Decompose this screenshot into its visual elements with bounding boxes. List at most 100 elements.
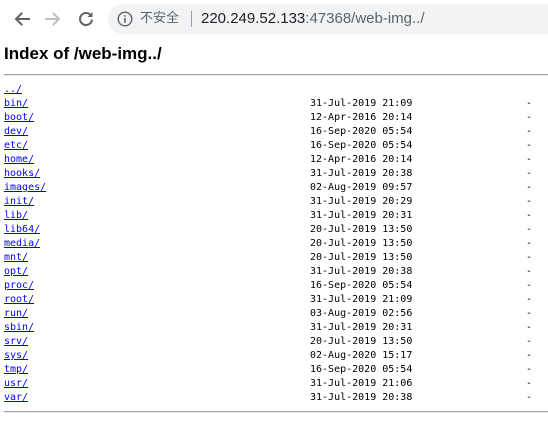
url-text[interactable]: 220.249.52.133:47368/web-img../ bbox=[201, 9, 425, 29]
file-size: - bbox=[526, 294, 533, 305]
modified-date: 31-Jul-2019 20:38 bbox=[310, 168, 413, 179]
modified-date: 16-Sep-2020 05:54 bbox=[310, 140, 413, 151]
modified-date: 31-Jul-2019 20:29 bbox=[310, 196, 413, 207]
modified-date: 31-Jul-2019 21:06 bbox=[310, 378, 413, 389]
directory-link[interactable]: tmp/ bbox=[4, 363, 28, 377]
modified-date: 02-Aug-2020 15:17 bbox=[310, 350, 413, 361]
modified-date: 31-Jul-2019 20:31 bbox=[310, 322, 413, 333]
file-size: - bbox=[526, 168, 533, 179]
page-title: Index of /web-img../ bbox=[4, 44, 162, 63]
file-size: - bbox=[526, 280, 533, 291]
list-item: tmp/16-Sep-2020 05:54 - bbox=[4, 363, 548, 377]
modified-date: 16-Sep-2020 05:54 bbox=[310, 126, 413, 137]
list-item: usr/31-Jul-2019 21:06 - bbox=[4, 377, 548, 391]
directory-link[interactable]: sbin/ bbox=[4, 321, 34, 335]
file-size: - bbox=[526, 140, 533, 151]
directory-link[interactable]: var/ bbox=[4, 391, 28, 405]
directory-link[interactable]: home/ bbox=[4, 153, 34, 167]
directory-link[interactable]: boot/ bbox=[4, 111, 34, 125]
file-size: - bbox=[526, 126, 533, 137]
browser-toolbar: 不安全 220.249.52.133:47368/web-img../ bbox=[0, 0, 548, 38]
file-size: - bbox=[526, 392, 533, 403]
modified-date: 16-Sep-2020 05:54 bbox=[310, 364, 413, 375]
address-bar[interactable]: 不安全 220.249.52.133:47368/web-img../ bbox=[108, 4, 548, 34]
list-item: hooks/31-Jul-2019 20:38 - bbox=[4, 167, 548, 181]
parent-row: ../ bbox=[4, 83, 548, 97]
list-item: bin/31-Jul-2019 21:09 - bbox=[4, 97, 548, 111]
modified-date: 31-Jul-2019 20:38 bbox=[310, 392, 413, 403]
modified-date: 16-Sep-2020 05:54 bbox=[310, 280, 413, 291]
modified-date: 20-Jul-2019 13:50 bbox=[310, 252, 413, 263]
list-item: opt/31-Jul-2019 20:38 - bbox=[4, 265, 548, 279]
directory-link[interactable]: proc/ bbox=[4, 279, 34, 293]
modified-date: 03-Aug-2019 02:56 bbox=[310, 308, 413, 319]
directory-link[interactable]: lib64/ bbox=[4, 223, 40, 237]
file-size: - bbox=[526, 308, 533, 319]
modified-date: 12-Apr-2016 20:14 bbox=[310, 154, 413, 165]
reload-icon[interactable] bbox=[73, 6, 99, 32]
directory-link[interactable]: root/ bbox=[4, 293, 34, 307]
file-size: - bbox=[526, 322, 533, 333]
directory-link[interactable]: sys/ bbox=[4, 349, 28, 363]
file-size: - bbox=[526, 336, 533, 347]
parent-directory-link[interactable]: ../ bbox=[4, 83, 22, 97]
file-size: - bbox=[526, 154, 533, 165]
bottom-divider bbox=[4, 411, 548, 413]
list-item: images/02-Aug-2019 09:57 - bbox=[4, 181, 548, 195]
file-size: - bbox=[526, 224, 533, 235]
list-item: sys/02-Aug-2020 15:17 - bbox=[4, 349, 548, 363]
file-size: - bbox=[526, 238, 533, 249]
list-item: init/31-Jul-2019 20:29 - bbox=[4, 195, 548, 209]
directory-link[interactable]: bin/ bbox=[4, 97, 28, 111]
file-size: - bbox=[526, 196, 533, 207]
directory-link[interactable]: images/ bbox=[4, 181, 46, 195]
directory-link[interactable]: run/ bbox=[4, 307, 28, 321]
modified-date: 20-Jul-2019 13:50 bbox=[310, 336, 413, 347]
info-icon[interactable] bbox=[117, 11, 133, 27]
modified-date: 20-Jul-2019 13:50 bbox=[310, 224, 413, 235]
file-size: - bbox=[526, 378, 533, 389]
list-item: lib/31-Jul-2019 20:31 - bbox=[4, 209, 548, 223]
file-size: - bbox=[526, 364, 533, 375]
modified-date: 31-Jul-2019 20:38 bbox=[310, 266, 413, 277]
list-item: home/12-Apr-2016 20:14 - bbox=[4, 153, 548, 167]
list-item: media/20-Jul-2019 13:50 - bbox=[4, 237, 548, 251]
url-host: 220.249.52.133 bbox=[201, 10, 306, 27]
file-size: - bbox=[526, 210, 533, 221]
file-size: - bbox=[526, 350, 533, 361]
list-item: srv/20-Jul-2019 13:50 - bbox=[4, 335, 548, 349]
url-path: :47368/web-img../ bbox=[305, 10, 425, 27]
modified-date: 02-Aug-2019 09:57 bbox=[310, 182, 413, 193]
list-item: lib64/20-Jul-2019 13:50 - bbox=[4, 223, 548, 237]
file-size: - bbox=[526, 98, 533, 109]
modified-date: 31-Jul-2019 21:09 bbox=[310, 294, 413, 305]
directory-link[interactable]: hooks/ bbox=[4, 167, 40, 181]
list-item: var/31-Jul-2019 20:38 - bbox=[4, 391, 548, 405]
list-item: boot/12-Apr-2016 20:14 - bbox=[4, 111, 548, 125]
directory-link[interactable]: etc/ bbox=[4, 139, 28, 153]
forward-arrow-icon[interactable] bbox=[40, 6, 66, 32]
directory-link[interactable]: srv/ bbox=[4, 335, 28, 349]
back-arrow-icon[interactable] bbox=[9, 6, 35, 32]
directory-link[interactable]: opt/ bbox=[4, 265, 28, 279]
modified-date: 12-Apr-2016 20:14 bbox=[310, 112, 413, 123]
directory-link[interactable]: lib/ bbox=[4, 209, 28, 223]
list-item: run/03-Aug-2019 02:56 - bbox=[4, 307, 548, 321]
directory-link[interactable]: mnt/ bbox=[4, 251, 28, 265]
list-item: sbin/31-Jul-2019 20:31 - bbox=[4, 321, 548, 335]
directory-link[interactable]: media/ bbox=[4, 237, 40, 251]
file-size: - bbox=[526, 252, 533, 263]
list-item: mnt/20-Jul-2019 13:50 - bbox=[4, 251, 548, 265]
omnibox-separator bbox=[191, 11, 192, 27]
list-item: root/31-Jul-2019 21:09 - bbox=[4, 293, 548, 307]
directory-link[interactable]: dev/ bbox=[4, 125, 28, 139]
file-size: - bbox=[526, 182, 533, 193]
directory-link[interactable]: usr/ bbox=[4, 377, 28, 391]
modified-date: 31-Jul-2019 20:31 bbox=[310, 210, 413, 221]
top-divider bbox=[4, 74, 548, 76]
list-item: proc/16-Sep-2020 05:54 - bbox=[4, 279, 548, 293]
security-label[interactable]: 不安全 bbox=[140, 11, 179, 27]
list-item: etc/16-Sep-2020 05:54 - bbox=[4, 139, 548, 153]
directory-link[interactable]: init/ bbox=[4, 195, 34, 209]
modified-date: 31-Jul-2019 21:09 bbox=[310, 98, 413, 109]
